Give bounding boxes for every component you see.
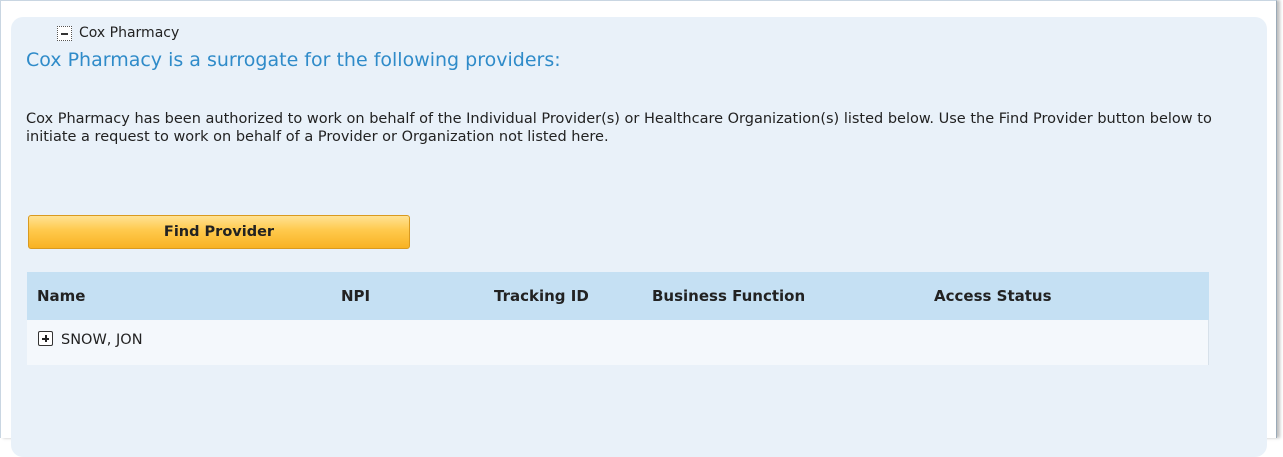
providers-table: Name NPI Tracking ID Business Function A…	[27, 272, 1209, 365]
column-header-tracking-id[interactable]: Tracking ID	[494, 272, 589, 320]
column-header-access-status[interactable]: Access Status	[934, 272, 1052, 320]
column-header-name[interactable]: Name	[37, 272, 85, 320]
column-header-npi[interactable]: NPI	[341, 272, 370, 320]
find-provider-button[interactable]: Find Provider	[28, 215, 410, 249]
page-frame: Cox Pharmacy Cox Pharmacy is a surrogate…	[0, 0, 1277, 457]
table-row: SNOW, JON	[27, 320, 1209, 365]
section-title[interactable]: Cox Pharmacy	[79, 25, 179, 41]
collapse-minus-icon[interactable]	[57, 25, 72, 41]
table-header: Name NPI Tracking ID Business Function A…	[27, 272, 1209, 320]
section-collapse-row[interactable]: Cox Pharmacy	[57, 23, 179, 43]
surrogate-description: Cox Pharmacy has been authorized to work…	[26, 111, 1212, 145]
provider-name[interactable]: SNOW, JON	[61, 332, 143, 348]
column-header-business-function[interactable]: Business Function	[652, 272, 805, 320]
surrogate-heading: Cox Pharmacy is a surrogate for the foll…	[26, 49, 561, 71]
expand-plus-icon[interactable]	[38, 331, 53, 346]
